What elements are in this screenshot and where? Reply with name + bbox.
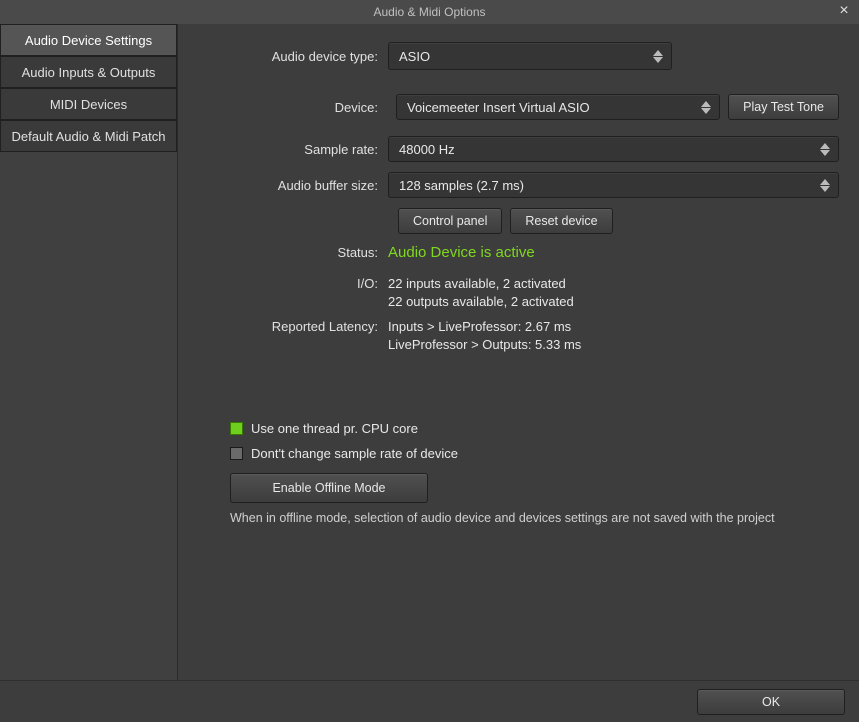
window-title: Audio & Midi Options: [373, 5, 485, 19]
titlebar: Audio & Midi Options ×: [0, 0, 859, 24]
main-panel: Audio device type: ASIO Device: Voicemee…: [178, 24, 859, 680]
checkbox-dont-change-samplerate[interactable]: Dont't change sample rate of device: [198, 446, 839, 461]
latency-value: Inputs > LiveProfessor: 2.67 ms LiveProf…: [388, 318, 581, 353]
label-status: Status:: [198, 244, 388, 260]
checkbox-icon: [230, 422, 243, 435]
enable-offline-mode-button[interactable]: Enable Offline Mode: [230, 473, 428, 503]
sidebar-item-label: Default Audio & Midi Patch: [12, 129, 166, 144]
io-value: 22 inputs available, 2 activated 22 outp…: [388, 275, 574, 310]
combo-value: ASIO: [399, 49, 430, 64]
offline-note: When in offline mode, selection of audio…: [198, 511, 839, 525]
checkbox-label: Use one thread pr. CPU core: [251, 421, 418, 436]
sidebar-item-midi-devices[interactable]: MIDI Devices: [0, 88, 177, 120]
label-sample-rate: Sample rate:: [198, 142, 388, 157]
combo-value: 128 samples (2.7 ms): [399, 178, 524, 193]
status-value: Audio Device is active: [388, 244, 535, 261]
ok-button[interactable]: OK: [697, 689, 845, 715]
label-audio-device-type: Audio device type:: [198, 49, 388, 64]
sidebar-item-audio-io[interactable]: Audio Inputs & Outputs: [0, 56, 177, 88]
combo-audio-device-type[interactable]: ASIO: [388, 42, 672, 70]
close-icon[interactable]: ×: [835, 2, 853, 20]
checkbox-icon: [230, 447, 243, 460]
sidebar: Audio Device Settings Audio Inputs & Out…: [0, 24, 178, 680]
sidebar-item-label: Audio Inputs & Outputs: [22, 65, 156, 80]
updown-icon: [701, 98, 715, 116]
sidebar-item-audio-device-settings[interactable]: Audio Device Settings: [0, 24, 177, 56]
play-test-tone-button[interactable]: Play Test Tone: [728, 94, 839, 120]
combo-device[interactable]: Voicemeeter Insert Virtual ASIO: [396, 94, 720, 120]
combo-value: 48000 Hz: [399, 142, 455, 157]
footer: OK: [0, 680, 859, 722]
label-io: I/O:: [198, 275, 388, 291]
updown-icon: [653, 47, 667, 65]
checkbox-thread-per-core[interactable]: Use one thread pr. CPU core: [198, 421, 839, 436]
combo-sample-rate[interactable]: 48000 Hz: [388, 136, 839, 162]
checkbox-label: Dont't change sample rate of device: [251, 446, 458, 461]
sidebar-item-default-patch[interactable]: Default Audio & Midi Patch: [0, 120, 177, 152]
sidebar-item-label: Audio Device Settings: [25, 33, 152, 48]
sidebar-item-label: MIDI Devices: [50, 97, 127, 112]
label-buffer-size: Audio buffer size:: [198, 178, 388, 193]
control-panel-button[interactable]: Control panel: [398, 208, 502, 234]
label-latency: Reported Latency:: [198, 318, 388, 334]
label-device: Device:: [198, 100, 388, 115]
combo-buffer-size[interactable]: 128 samples (2.7 ms): [388, 172, 839, 198]
updown-icon: [820, 140, 834, 158]
updown-icon: [820, 176, 834, 194]
reset-device-button[interactable]: Reset device: [510, 208, 612, 234]
combo-value: Voicemeeter Insert Virtual ASIO: [407, 100, 590, 115]
